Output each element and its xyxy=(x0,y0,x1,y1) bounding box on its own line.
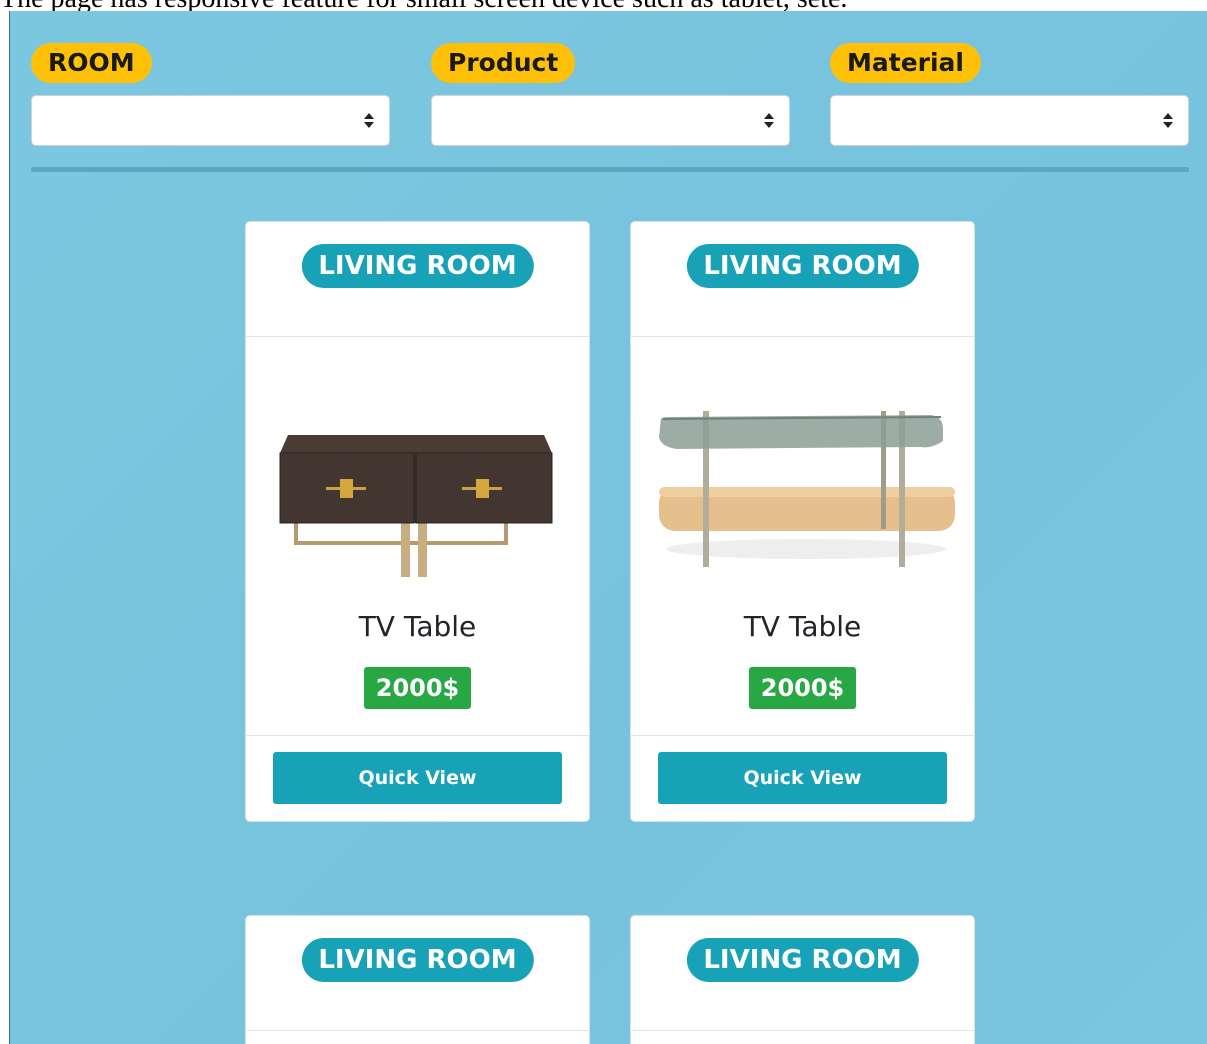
filter-divider xyxy=(31,167,1189,172)
product-card: LIVING ROOM TV Table 2000$ Quick View xyxy=(630,221,975,822)
product-page: ROOM Product Material LIVING ROOM TV Tab… xyxy=(9,11,1207,1044)
filter-product-label: Product xyxy=(431,43,576,83)
product-card: LIVING ROOM TV Table 2000$ Quick View xyxy=(245,221,590,822)
quick-view-button[interactable]: Quick View xyxy=(658,752,947,804)
select-arrows-icon xyxy=(364,111,374,131)
product-title: TV Table xyxy=(743,610,862,643)
price-wrap: 2000$ xyxy=(631,667,974,735)
card-header: LIVING ROOM xyxy=(631,916,974,1031)
tv-table-dark-wood-image xyxy=(279,435,553,577)
quick-view-button[interactable]: Quick View xyxy=(273,752,562,804)
filter-material: Material xyxy=(830,43,1189,146)
card-header: LIVING ROOM xyxy=(246,222,589,337)
select-arrows-icon xyxy=(1163,111,1173,131)
card-header: LIVING ROOM xyxy=(246,916,589,1031)
product-card: LIVING ROOM xyxy=(245,915,590,1044)
product-title: TV Table xyxy=(358,610,477,643)
product-card: LIVING ROOM xyxy=(630,915,975,1044)
filter-room: ROOM xyxy=(31,43,390,146)
filter-room-label: ROOM xyxy=(31,43,152,83)
product-select[interactable] xyxy=(431,95,790,146)
material-select[interactable] xyxy=(830,95,1189,146)
room-badge: LIVING ROOM xyxy=(301,938,534,982)
room-badge: LIVING ROOM xyxy=(686,244,919,288)
card-footer: Quick View xyxy=(246,735,589,821)
filter-material-label: Material xyxy=(830,43,981,83)
card-footer: Quick View xyxy=(631,735,974,821)
price-wrap: 2000$ xyxy=(246,667,589,735)
price-badge: 2000$ xyxy=(748,667,857,709)
room-badge: LIVING ROOM xyxy=(686,938,919,982)
price-badge: 2000$ xyxy=(363,667,472,709)
room-badge: LIVING ROOM xyxy=(301,244,534,288)
product-image xyxy=(246,337,589,607)
filter-product: Product xyxy=(431,43,790,146)
card-header: LIVING ROOM xyxy=(631,222,974,337)
glass-coffee-table-image xyxy=(659,411,955,567)
room-select[interactable] xyxy=(31,95,390,146)
product-image xyxy=(631,337,974,607)
select-arrows-icon xyxy=(764,111,774,131)
